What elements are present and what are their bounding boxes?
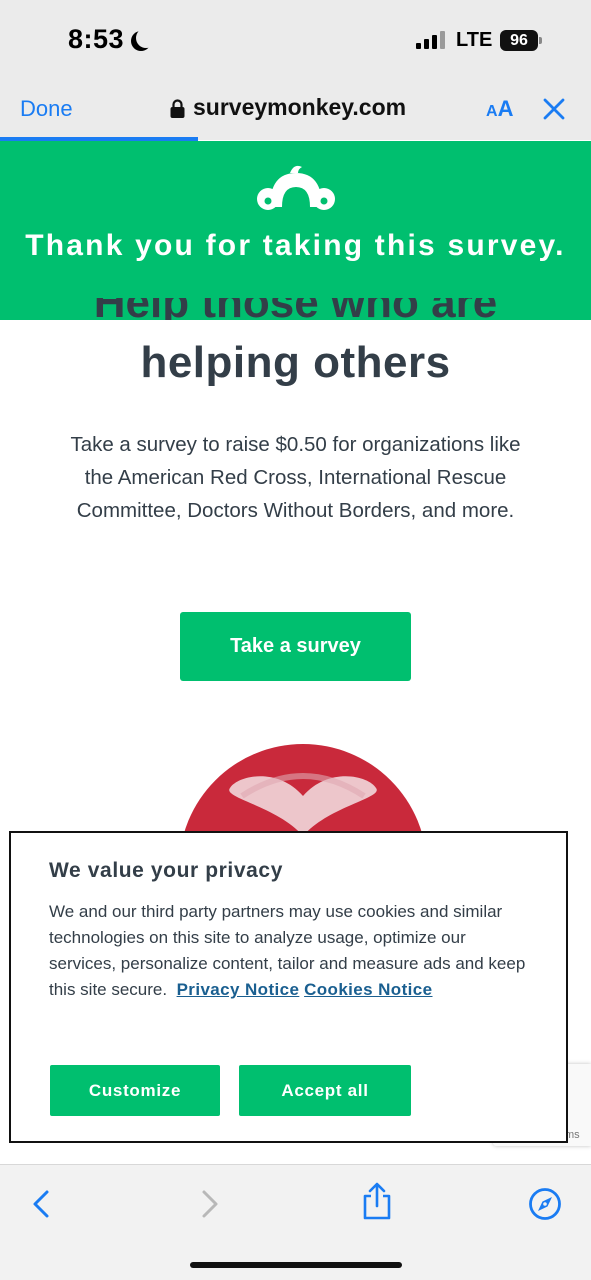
- battery-icon: 96: [500, 30, 542, 51]
- share-icon[interactable]: [361, 1181, 393, 1221]
- accept-all-button[interactable]: Accept all: [239, 1065, 411, 1116]
- privacy-notice-link[interactable]: Privacy Notice: [177, 980, 300, 999]
- network-type: LTE: [456, 29, 493, 51]
- done-button[interactable]: Done: [20, 96, 73, 122]
- status-time: 8:53: [68, 24, 150, 55]
- page-headline: helping others: [140, 338, 451, 387]
- page-description: Take a survey to raise $0.50 for organiz…: [70, 433, 521, 522]
- headline-partial-text: Help those who are: [0, 298, 591, 320]
- status-bar: 8:53 LTE 96: [0, 0, 591, 80]
- address-bar[interactable]: surveymonkey.com: [170, 94, 406, 121]
- lock-icon: [170, 99, 185, 118]
- thank-you-banner: Thank you for taking this survey.: [0, 141, 591, 320]
- url-text: surveymonkey.com: [193, 94, 407, 120]
- home-indicator: [190, 1262, 402, 1268]
- back-arrow-icon[interactable]: [30, 1189, 52, 1219]
- heart-illustration: [182, 736, 424, 836]
- privacy-dialog: We value your privacy We and our third p…: [9, 831, 568, 1143]
- headline-partial: Help those who are: [0, 298, 591, 320]
- surveymonkey-logo-icon: [257, 165, 335, 210]
- close-icon[interactable]: [541, 96, 567, 122]
- signal-icon: [416, 31, 445, 49]
- customize-button[interactable]: Customize: [50, 1065, 220, 1116]
- compass-icon[interactable]: [528, 1187, 562, 1221]
- forward-arrow-icon[interactable]: [199, 1189, 221, 1219]
- text-size-small: A: [486, 103, 498, 120]
- privacy-title: We value your privacy: [49, 859, 283, 882]
- text-size-button[interactable]: AA: [486, 96, 513, 122]
- take-survey-button[interactable]: Take a survey: [180, 612, 411, 681]
- privacy-body: We and our third party partners may use …: [49, 899, 529, 1003]
- clock-text: 8:53: [68, 24, 125, 54]
- cookies-notice-link[interactable]: Cookies Notice: [304, 980, 432, 999]
- browser-header: Done surveymonkey.com AA: [0, 80, 591, 140]
- banner-message: Thank you for taking this survey.: [25, 229, 566, 262]
- text-size-large: A: [497, 96, 514, 121]
- moon-icon: [136, 28, 156, 48]
